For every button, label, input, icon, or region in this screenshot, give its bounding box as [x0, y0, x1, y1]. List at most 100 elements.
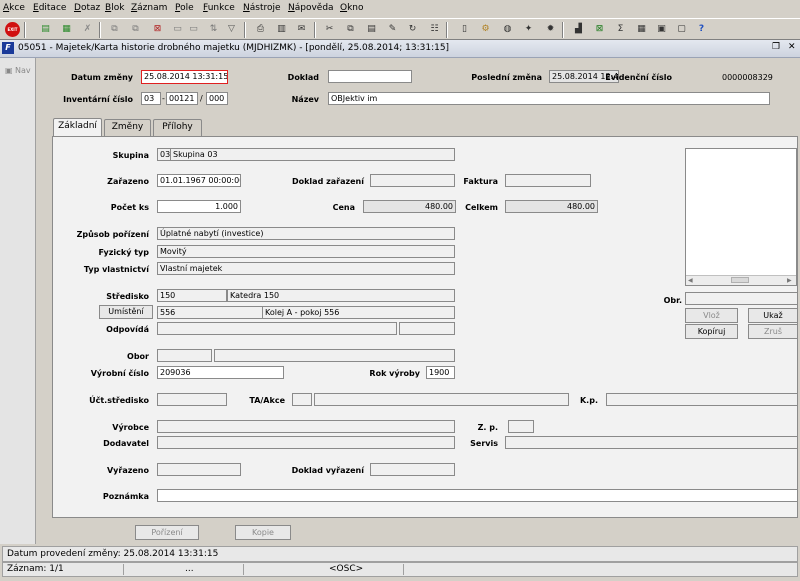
star-icon[interactable]: ✦ — [521, 22, 536, 37]
delete-record-icon[interactable]: ✗ — [80, 22, 95, 37]
inventarni-cislo-part1[interactable]: 03 — [141, 92, 161, 105]
insert-record-icon[interactable]: ▤ — [38, 22, 53, 37]
status-bar: Datum provedení změny: 25.08.2014 13:31:… — [0, 544, 800, 581]
zarazeno-field[interactable]: 01.01.1967 00:00:00 — [157, 174, 241, 187]
servis-field[interactable] — [505, 436, 798, 449]
kopiruj-button[interactable]: Kopíruj — [685, 324, 738, 339]
umisteni-code-field[interactable]: 556 — [157, 306, 263, 319]
wheel-icon[interactable]: ✹ — [543, 22, 558, 37]
calculator-icon[interactable]: ▣ — [654, 22, 669, 37]
restore-icon[interactable]: ❐ — [772, 42, 780, 52]
vyrazeno-field[interactable] — [157, 463, 241, 476]
query-count-icon[interactable]: ▭ — [170, 22, 185, 37]
image-scrollbar[interactable]: ◀ ▶ — [686, 275, 796, 285]
scroll-thumb[interactable] — [731, 277, 749, 283]
obor-code-field[interactable] — [157, 349, 212, 362]
dodavatel-field[interactable] — [157, 436, 455, 449]
menu-napoveda[interactable]: Nápověda — [288, 3, 334, 13]
inventarni-cislo-part3[interactable]: 000 — [206, 92, 228, 105]
help-icon[interactable]: ? — [694, 22, 709, 37]
copy-icon[interactable]: ⧉ — [343, 22, 358, 37]
doklad-zarazeni-field[interactable] — [370, 174, 455, 187]
odpovida-field[interactable] — [157, 322, 397, 335]
filter-icon[interactable]: ▽ — [224, 22, 239, 37]
query-icon[interactable]: ⧉ — [107, 22, 122, 37]
scroll-left-icon[interactable]: ◀ — [688, 276, 693, 285]
fyzicky-typ-label: Fyzický typ — [98, 248, 149, 257]
stredisko-code-field[interactable]: 150 — [157, 289, 227, 302]
sum-icon[interactable]: Σ — [613, 22, 628, 37]
table-icon[interactable]: ▦ — [634, 22, 649, 37]
zp-field[interactable] — [508, 420, 534, 433]
porizeni-button[interactable]: Pořízení — [135, 525, 199, 540]
pocet-ks-field[interactable]: 1.000 — [157, 200, 241, 213]
mail-icon[interactable]: ✉ — [294, 22, 309, 37]
exit-icon[interactable]: EXIT — [5, 22, 20, 37]
doklad-vyrazeni-field[interactable] — [370, 463, 455, 476]
print-icon[interactable]: ⎙ — [253, 22, 268, 37]
save-icon[interactable]: ▦ — [59, 22, 74, 37]
image-preview[interactable]: ◀ ▶ — [685, 148, 797, 286]
report-icon[interactable]: ▥ — [274, 22, 289, 37]
lov-icon[interactable]: ☷ — [427, 22, 442, 37]
window-icon[interactable]: ▢ — [674, 22, 689, 37]
rok-vyroby-field[interactable]: 1900 — [426, 366, 455, 379]
servis-label: Servis — [470, 439, 498, 448]
zpusob-porizeni-field[interactable]: Úplatné nabytí (investice) — [157, 227, 455, 240]
execute-query-icon[interactable]: ⧉ — [128, 22, 143, 37]
kopie-button[interactable]: Kopie — [235, 525, 291, 540]
tab-zmeny[interactable]: Změny — [104, 119, 151, 136]
cancel-query-icon[interactable]: ⊠ — [150, 22, 165, 37]
menu-funkce[interactable]: Funkce — [203, 3, 235, 13]
cut-icon[interactable]: ✂ — [322, 22, 337, 37]
menu-okno[interactable]: Okno — [340, 3, 364, 13]
tab-prilohy[interactable]: Přílohy — [153, 119, 202, 136]
close-icon[interactable]: ✕ — [788, 42, 796, 52]
ukaz-button[interactable]: Ukaž — [748, 308, 798, 323]
menu-akce[interactable]: Akce — [3, 3, 25, 13]
menu-pole[interactable]: Pole — [175, 3, 194, 13]
menu-dotaz[interactable]: Dotaz — [74, 3, 100, 13]
kp-field[interactable] — [606, 393, 798, 406]
tab-zakladni[interactable]: Základní — [53, 118, 102, 136]
page-icon[interactable]: ▯ — [457, 22, 472, 37]
query-list-icon[interactable]: ▭ — [186, 22, 201, 37]
doklad-field[interactable] — [328, 70, 412, 83]
zp-label: Z. p. — [477, 423, 498, 432]
menu-zaznam[interactable]: Záznam — [131, 3, 167, 13]
inventarni-cislo-part2[interactable]: 00121 — [166, 92, 198, 105]
nazev-field[interactable]: OBJektiv im — [328, 92, 770, 105]
poznamka-field[interactable] — [157, 489, 798, 502]
sort-icon[interactable]: ⇅ — [206, 22, 221, 37]
refresh-icon[interactable]: ↻ — [405, 22, 420, 37]
typ-vlastnictvi-field[interactable]: Vlastní majetek — [157, 262, 455, 275]
umisteni-button[interactable]: Umístění — [99, 305, 153, 319]
excel-icon[interactable]: ⊠ — [592, 22, 607, 37]
vyrobce-label: Výrobce — [112, 423, 149, 432]
fyzicky-typ-field[interactable]: Movitý — [157, 245, 455, 258]
chart-icon[interactable]: ▟ — [571, 22, 586, 37]
settings-icon[interactable]: ⚙ — [478, 22, 493, 37]
zrus-button[interactable]: Zruš — [748, 324, 798, 339]
vyrobni-cislo-field[interactable]: 209036 — [157, 366, 284, 379]
status-divider — [403, 564, 404, 575]
skupina-code-field[interactable]: 03 — [157, 148, 171, 161]
nav-icon[interactable]: ▣ — [5, 66, 13, 75]
datum-zmeny-field[interactable]: 25.08.2014 13:31:15 — [141, 70, 228, 84]
paste-icon[interactable]: ▤ — [364, 22, 379, 37]
scroll-right-icon[interactable]: ▶ — [787, 276, 792, 285]
stredisko-label: Středisko — [106, 292, 149, 301]
vyrobce-field[interactable] — [157, 420, 455, 433]
vloz-button[interactable]: Vlož — [685, 308, 738, 323]
menu-nastroje[interactable]: Nástroje — [243, 3, 281, 13]
globe-icon[interactable]: ◍ — [500, 22, 515, 37]
faktura-field[interactable] — [505, 174, 591, 187]
menu-editace[interactable]: Editace — [33, 3, 66, 13]
uct-stredisko-field[interactable] — [157, 393, 227, 406]
edit-icon[interactable]: ✎ — [385, 22, 400, 37]
nav-label[interactable]: Nav — [15, 66, 31, 75]
menu-blok[interactable]: Blok — [105, 3, 124, 13]
zarazeno-label: Zařazeno — [107, 177, 149, 186]
ta-akce-code-field[interactable] — [292, 393, 312, 406]
obr-field[interactable] — [685, 292, 798, 305]
